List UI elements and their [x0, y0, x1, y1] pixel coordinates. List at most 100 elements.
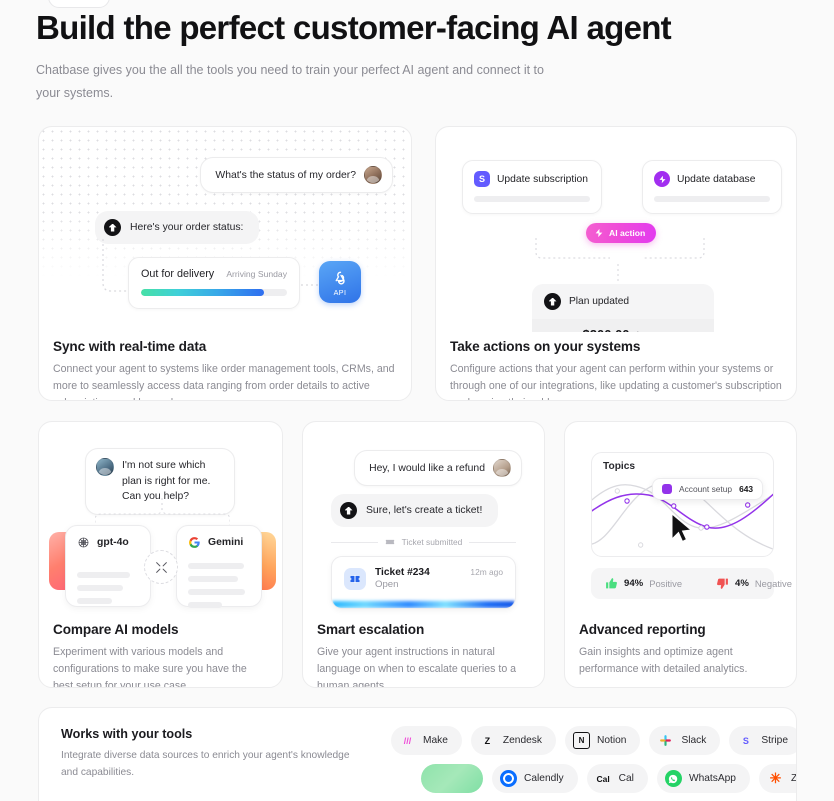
order-eta-label: Arriving Sunday: [226, 269, 287, 279]
dot-grid-background: [39, 127, 411, 277]
card-title: Works with your tools: [61, 727, 193, 741]
card-description: Experiment with various models and confi…: [53, 646, 247, 688]
divider-label: Ticket submitted: [401, 537, 463, 547]
chip-make[interactable]: /// Make: [391, 726, 462, 755]
action-box-update-database: Update database: [642, 160, 782, 214]
chip-label: Cal: [618, 773, 634, 784]
ticket-timestamp: 12m ago: [470, 567, 503, 577]
chip-zapier[interactable]: ✳ Zapier: [758, 764, 797, 793]
model-name: Gemini: [208, 537, 244, 548]
skeleton-line: [77, 572, 131, 578]
old-price: $250.00: [544, 331, 577, 332]
zapier-icon: ✳: [769, 770, 782, 786]
escalation-illustration: Hey, I would like a refund Sure, let's c…: [303, 422, 544, 617]
avatar: [96, 458, 114, 476]
hero-section: Build the perfect customer-facing AI age…: [36, 8, 796, 106]
avatar: [364, 166, 382, 184]
ticket-icon: [385, 539, 394, 545]
order-status-card: Out for delivery Arriving Sunday: [128, 257, 300, 309]
sentiment-summary: 94% Positive 4% Negative: [591, 568, 792, 599]
ai-chip-label: AI action: [609, 228, 646, 238]
chip-label: Make: [423, 735, 448, 746]
chip-calendly[interactable]: Calendly: [492, 764, 578, 793]
webhook-icon: [335, 271, 345, 284]
chip-label: Slack: [681, 735, 707, 746]
plan-updated-label: Plan updated: [569, 296, 630, 307]
thumbs-up-icon: [606, 578, 617, 589]
chip-whatsapp[interactable]: WhatsApp: [656, 764, 750, 793]
model-card-gpt4o[interactable]: gpt-4o: [65, 525, 151, 607]
skeleton-line: [188, 563, 244, 569]
delivery-progress-fill: [141, 289, 264, 296]
bot-message-text: Sure, let's create a ticket!: [366, 505, 483, 516]
tools-card-text: Works with your tools Integrate diverse …: [61, 727, 361, 781]
divider-line: [331, 541, 378, 543]
escalation-card-text: Smart escalation Give your agent instruc…: [317, 622, 530, 688]
user-message-text: Hey, I would like a refund: [369, 462, 485, 474]
chatbase-logo-icon: [340, 502, 357, 519]
page-title: Build the perfect customer-facing AI age…: [36, 9, 672, 46]
card-description: Connect your agent to systems like order…: [53, 363, 395, 400]
integration-chip-grid: /// Make Z Zendesk N Notion Slack S Stri…: [391, 726, 797, 801]
skeleton-line: [654, 196, 770, 202]
ticket-submitted-divider: Ticket submitted: [331, 537, 517, 547]
merge-node: [144, 550, 178, 584]
chip-label: Zendesk: [502, 735, 542, 746]
actions-card-text: Take actions on your systems Configure a…: [450, 339, 782, 400]
card-title: Compare AI models: [53, 622, 179, 637]
stripe-icon: S: [742, 735, 749, 746]
action-label: Update subscription: [497, 173, 589, 185]
ai-action-chip[interactable]: AI action: [586, 223, 657, 243]
tooltip-value: 643: [739, 484, 754, 494]
skeleton-line: [77, 598, 113, 604]
chip-stripe[interactable]: S Stripe: [729, 726, 796, 755]
api-label: API: [333, 287, 347, 297]
actions-illustration: S Update subscription Update database AI…: [436, 127, 796, 332]
sentiment-negative: 4% Negative: [716, 577, 792, 590]
model-card-gemini[interactable]: Gemini: [176, 525, 262, 608]
card-description: Configure actions that your agent can pe…: [450, 363, 782, 400]
divider-line: [469, 541, 517, 543]
topics-chart[interactable]: Topics Account setup 643: [591, 452, 774, 557]
bot-message-bubble: Sure, let's create a ticket!: [331, 494, 499, 527]
avatar: [493, 459, 511, 477]
card-description: Give your agent instructions in natural …: [317, 646, 517, 688]
collapse-arrows-icon: [155, 561, 167, 573]
new-price: $200.00: [583, 327, 630, 332]
user-message-bubble: What's the status of my order?: [200, 157, 393, 193]
zendesk-icon: Z: [484, 735, 491, 746]
chip-label: Notion: [597, 735, 627, 746]
top-badge-pill[interactable]: [48, 0, 110, 8]
chip-cal[interactable]: Cal Cal: [586, 764, 648, 793]
reporting-card-text: Advanced reporting Gain insights and opt…: [579, 622, 782, 678]
plan-updated-card: Plan updated $250.00 $200.00 /m Pro plan: [532, 284, 714, 332]
card-works-with-your-tools: Works with your tools Integrate diverse …: [38, 707, 797, 801]
tooltip-label: Account setup: [679, 484, 733, 494]
card-title: Advanced reporting: [579, 622, 706, 637]
compare-illustration: I'm not sure which plan is right for me.…: [39, 422, 282, 617]
chip-label: Zapier: [790, 773, 797, 784]
sync-illustration: What's the status of my order? Here's yo…: [39, 127, 411, 332]
skeleton-line: [188, 602, 223, 608]
openai-icon: [78, 537, 89, 548]
chip-notion[interactable]: N Notion: [565, 726, 641, 755]
integration-chip-row-1: /// Make Z Zendesk N Notion Slack S Stri…: [391, 726, 796, 755]
api-tile: API: [319, 261, 361, 303]
ticket-card[interactable]: Ticket #234 Open 12m ago: [331, 556, 516, 609]
card-take-actions: S Update subscription Update database AI…: [435, 126, 797, 401]
skeleton-line: [188, 576, 238, 582]
cal-icon: Cal: [596, 773, 610, 784]
positive-value: 94%: [624, 578, 644, 589]
ticket-id: Ticket #234: [375, 567, 430, 578]
ticket-glow-accent: [332, 601, 515, 608]
chatbase-logo-icon: [544, 293, 561, 310]
card-sync-real-time-data: What's the status of my order? Here's yo…: [38, 126, 412, 401]
skeleton-line: [188, 589, 246, 595]
tooltip-color-swatch: [662, 484, 672, 494]
chip-partial-green[interactable]: [421, 764, 483, 793]
delivery-progress-bar: [141, 289, 287, 296]
positive-label: Positive: [649, 578, 683, 589]
chip-zendesk[interactable]: Z Zendesk: [470, 726, 556, 755]
chip-slack[interactable]: Slack: [649, 726, 721, 755]
make-icon: ///: [403, 735, 412, 746]
